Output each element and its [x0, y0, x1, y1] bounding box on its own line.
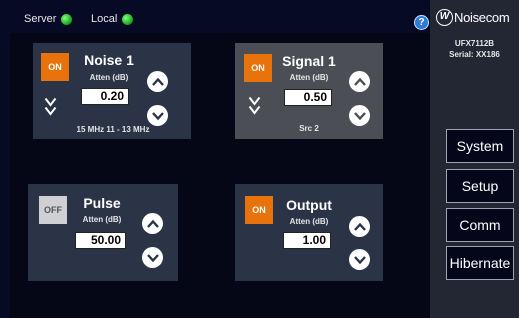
noise1-atten-input[interactable]: 0.20 [81, 88, 129, 105]
pulse-title: Pulse [83, 195, 121, 211]
comm-button[interactable]: Comm [446, 208, 514, 242]
server-status-led-icon [61, 13, 73, 25]
chevron-down-icon [353, 255, 366, 264]
chevron-up-icon [353, 222, 366, 231]
noise1-bandwidth-note: 15 MHz 11 - 13 MHz [76, 125, 150, 134]
signal1-panel[interactable]: ON Signal 1 Atten (dB) 0.50 Src 2 [235, 43, 383, 139]
model-number: UFX7112B [454, 39, 495, 48]
chevron-up-icon [146, 219, 159, 228]
signal1-title: Signal 1 [282, 53, 336, 69]
hibernate-button[interactable]: Hibernate [446, 246, 514, 280]
pulse-panel: OFF Pulse Atten (dB) 50.00 [28, 184, 178, 281]
chevron-down-icon [353, 111, 366, 120]
local-status: Local [91, 13, 134, 25]
signal1-source-note: Src 2 [299, 124, 319, 133]
chevron-down-icon [151, 111, 164, 120]
serial-number: Serial: XX186 [449, 50, 500, 59]
pulse-increase-button[interactable] [142, 213, 163, 234]
main-area: ON Noise 1 Atten (dB) 0.20 15 MHz 11 - 1… [10, 33, 430, 318]
output-title: Output [286, 197, 332, 213]
chevron-up-icon [151, 77, 164, 86]
sidebar: W Noisecom UFX7112B Serial: XX186 System… [430, 0, 519, 318]
brand-name: Noisecom [454, 10, 510, 25]
signal1-increase-button[interactable] [349, 71, 370, 92]
noisecom-logo-icon: W [436, 9, 453, 26]
noise1-atten-label: Atten (dB) [89, 73, 129, 82]
signal1-decrease-button[interactable] [349, 105, 370, 126]
signal1-atten-label: Atten (dB) [289, 73, 329, 82]
help-icon[interactable]: ? [414, 15, 429, 30]
output-decrease-button[interactable] [349, 249, 370, 270]
pulse-on-off-button[interactable]: OFF [39, 196, 67, 224]
pulse-atten-label: Atten (dB) [82, 215, 122, 224]
pulse-decrease-button[interactable] [142, 247, 163, 268]
signal1-double-chevron-down-icon[interactable] [248, 96, 261, 116]
output-panel: ON Output Atten (dB) 1.00 [235, 184, 383, 281]
server-status-label: Server [24, 13, 57, 25]
server-status: Server [24, 13, 73, 25]
output-atten-input[interactable]: 1.00 [283, 232, 331, 249]
local-status-label: Local [91, 13, 118, 25]
chevron-down-icon [146, 253, 159, 262]
pulse-atten-input[interactable]: 50.00 [75, 232, 126, 249]
chevron-up-icon [353, 77, 366, 86]
setup-button[interactable]: Setup [446, 169, 514, 203]
noise1-title: Noise 1 [84, 52, 134, 68]
system-button[interactable]: System [446, 129, 514, 163]
signal1-atten-input[interactable]: 0.50 [284, 89, 332, 106]
noise1-double-chevron-down-icon[interactable] [44, 97, 57, 117]
output-on-off-button[interactable]: ON [245, 196, 273, 224]
noise1-on-off-button[interactable]: ON [41, 53, 69, 81]
signal1-on-off-button[interactable]: ON [244, 54, 272, 82]
output-atten-label: Atten (dB) [289, 217, 329, 226]
noise1-panel: ON Noise 1 Atten (dB) 0.20 15 MHz 11 - 1… [33, 43, 191, 139]
brand-logo: W Noisecom [436, 9, 510, 26]
noise1-increase-button[interactable] [147, 71, 168, 92]
local-status-led-icon [122, 13, 134, 25]
noise1-decrease-button[interactable] [147, 105, 168, 126]
output-increase-button[interactable] [349, 216, 370, 237]
